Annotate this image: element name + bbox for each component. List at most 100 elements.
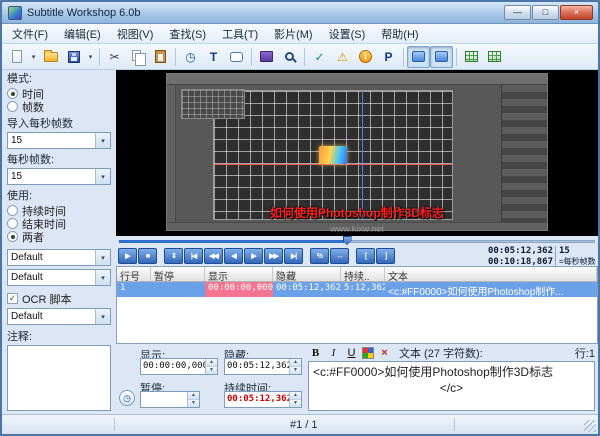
new-file-button[interactable] xyxy=(5,46,28,68)
rewind-button[interactable]: ◀◀ xyxy=(204,248,223,264)
duration-time-input[interactable]: 00:05:12,362 ▲ ▼ xyxy=(224,391,302,408)
column-hide: 隐藏 xyxy=(273,267,341,281)
time-mode-button[interactable]: ◷ xyxy=(179,46,202,68)
play-button[interactable]: ▶ xyxy=(118,248,137,264)
red-guide-line xyxy=(214,164,452,165)
maximize-button[interactable]: □ xyxy=(532,5,559,20)
next-subtitle-button[interactable]: ▶| xyxy=(284,248,303,264)
zoom-button[interactable] xyxy=(278,46,301,68)
pause-clock-button[interactable]: ◷ xyxy=(119,390,135,406)
notes-label: 注释: xyxy=(7,331,111,343)
prev-subtitle-button[interactable]: |◀ xyxy=(184,248,203,264)
cut-button[interactable]: ✂ xyxy=(103,46,126,68)
text-count-label: 文本 (27 字符数): xyxy=(399,345,483,361)
paste-button[interactable] xyxy=(149,46,172,68)
menu-movie[interactable]: 影片(M) xyxy=(266,23,321,45)
checkbox-icon: ✓ xyxy=(7,293,18,304)
chevron-down-icon[interactable]: ▾ xyxy=(95,250,110,265)
radio-icon xyxy=(7,231,18,242)
information-button[interactable]: i xyxy=(354,46,377,68)
spin-down-button[interactable]: ▼ xyxy=(206,367,217,374)
column-pause: 暂停 xyxy=(151,267,205,281)
spin-up-button[interactable]: ▲ xyxy=(290,359,301,367)
hide-time-input[interactable]: 00:05:12,362 ▲ ▼ xyxy=(224,358,302,375)
menu-help[interactable]: 帮助(H) xyxy=(373,23,426,45)
save-file-button[interactable] xyxy=(62,46,85,68)
mode-frames-radio[interactable]: 帧数 xyxy=(7,100,111,113)
grid-original-button[interactable] xyxy=(460,46,483,68)
text-mode-button[interactable]: T xyxy=(202,46,225,68)
pascal-script-button[interactable]: P xyxy=(377,46,400,68)
step-back-button[interactable]: ◀ xyxy=(224,248,243,264)
warnings-button[interactable]: ⚠ xyxy=(331,46,354,68)
menu-view[interactable]: 视图(V) xyxy=(109,23,162,45)
menu-file[interactable]: 文件(F) xyxy=(4,23,56,45)
resize-grip[interactable] xyxy=(584,420,596,432)
playback-rate-button[interactable]: % xyxy=(310,248,329,264)
toolbar-separator xyxy=(403,48,404,66)
title-bar[interactable]: Subtitle Workshop 6.0b — □ × xyxy=(2,2,598,24)
fps-select[interactable]: 15 ▾ xyxy=(7,168,111,185)
ocr-script-select[interactable]: Default ▾ xyxy=(7,308,111,325)
chevron-down-icon[interactable]: ▾ xyxy=(95,169,110,184)
radio-icon xyxy=(7,101,18,112)
show-time-input[interactable]: 00:00:00,000 ▲ ▼ xyxy=(140,358,218,375)
work-both-radio[interactable]: 两者 xyxy=(7,230,111,243)
menu-search[interactable]: 查找(S) xyxy=(161,23,214,45)
input-fps-select[interactable]: 15 ▾ xyxy=(7,132,111,149)
close-button[interactable]: × xyxy=(560,5,593,20)
menu-settings[interactable]: 设置(S) xyxy=(321,23,374,45)
app-icon[interactable] xyxy=(8,6,22,20)
frame-button[interactable] xyxy=(255,46,278,68)
menu-edit[interactable]: 编辑(E) xyxy=(56,23,109,45)
move-subtitle-button[interactable]: ↔ xyxy=(330,248,349,264)
ocr-scripts-checkbox[interactable]: ✓ OCR 脚本 xyxy=(7,292,111,305)
step-forward-button[interactable]: ▶ xyxy=(244,248,263,264)
copy-button[interactable] xyxy=(126,46,149,68)
seek-thumb[interactable] xyxy=(343,236,352,245)
menu-tools[interactable]: 工具(T) xyxy=(214,23,266,45)
charset-translation-select[interactable]: Default ▾ xyxy=(7,269,111,286)
chevron-down-icon[interactable]: ▾ xyxy=(95,270,110,285)
underline-button[interactable]: U xyxy=(344,346,359,360)
check-errors-button[interactable]: ✓ xyxy=(308,46,331,68)
scroll-list-button[interactable]: ⇕ xyxy=(164,248,183,264)
total-time: 00:10:18,867 xyxy=(488,257,552,267)
spin-down-button[interactable]: ▼ xyxy=(188,400,199,407)
spin-up-button[interactable]: ▲ xyxy=(188,392,199,400)
radio-icon xyxy=(7,218,18,229)
charset-original-select[interactable]: Default ▾ xyxy=(7,249,111,266)
italic-button[interactable]: I xyxy=(326,346,341,360)
notes-textarea[interactable] xyxy=(7,345,111,411)
subtitle-text-editor[interactable]: <c:#FF0000>如何使用Photoshop制作3D标志 </c> xyxy=(308,361,595,411)
chevron-down-icon[interactable]: ▾ xyxy=(95,309,110,324)
video-preview-mode-button[interactable] xyxy=(407,46,430,68)
open-file-button[interactable] xyxy=(39,46,62,68)
fast-forward-button[interactable]: ▶▶ xyxy=(264,248,283,264)
video-content-minipanel xyxy=(181,89,245,119)
show-time-value[interactable]: 00:00:00,000 xyxy=(141,359,205,374)
spin-down-button[interactable]: ▼ xyxy=(290,400,301,407)
spin-down-button[interactable]: ▼ xyxy=(290,367,301,374)
chevron-down-icon[interactable]: ▾ xyxy=(95,133,110,148)
set-start-button[interactable]: [ xyxy=(356,248,375,264)
hide-time-value[interactable]: 00:05:12,362 xyxy=(225,359,289,374)
save-file-dropdown[interactable]: ▾ xyxy=(85,46,96,68)
bold-button[interactable]: B xyxy=(308,346,323,360)
info-icon: i xyxy=(359,50,372,63)
comment-button[interactable] xyxy=(225,46,248,68)
set-end-button[interactable]: ] xyxy=(376,248,395,264)
duration-time-value[interactable]: 00:05:12,362 xyxy=(225,392,289,407)
spin-up-button[interactable]: ▲ xyxy=(206,359,217,367)
stop-button[interactable]: ■ xyxy=(138,248,157,264)
grid-translated-button[interactable] xyxy=(483,46,506,68)
minimize-button[interactable]: — xyxy=(504,5,531,20)
pause-time-input[interactable]: ▲ ▼ xyxy=(140,391,200,408)
pause-time-value[interactable] xyxy=(141,392,187,407)
spin-up-button[interactable]: ▲ xyxy=(290,392,301,400)
table-row[interactable]: 1 00:00:00,000 00:05:12,362 5:12,362 <c:… xyxy=(117,282,597,297)
clear-tags-button[interactable]: × xyxy=(377,346,392,360)
new-file-dropdown[interactable]: ▾ xyxy=(28,46,39,68)
translator-mode-button[interactable] xyxy=(430,46,453,68)
color-picker-icon[interactable] xyxy=(362,347,374,359)
